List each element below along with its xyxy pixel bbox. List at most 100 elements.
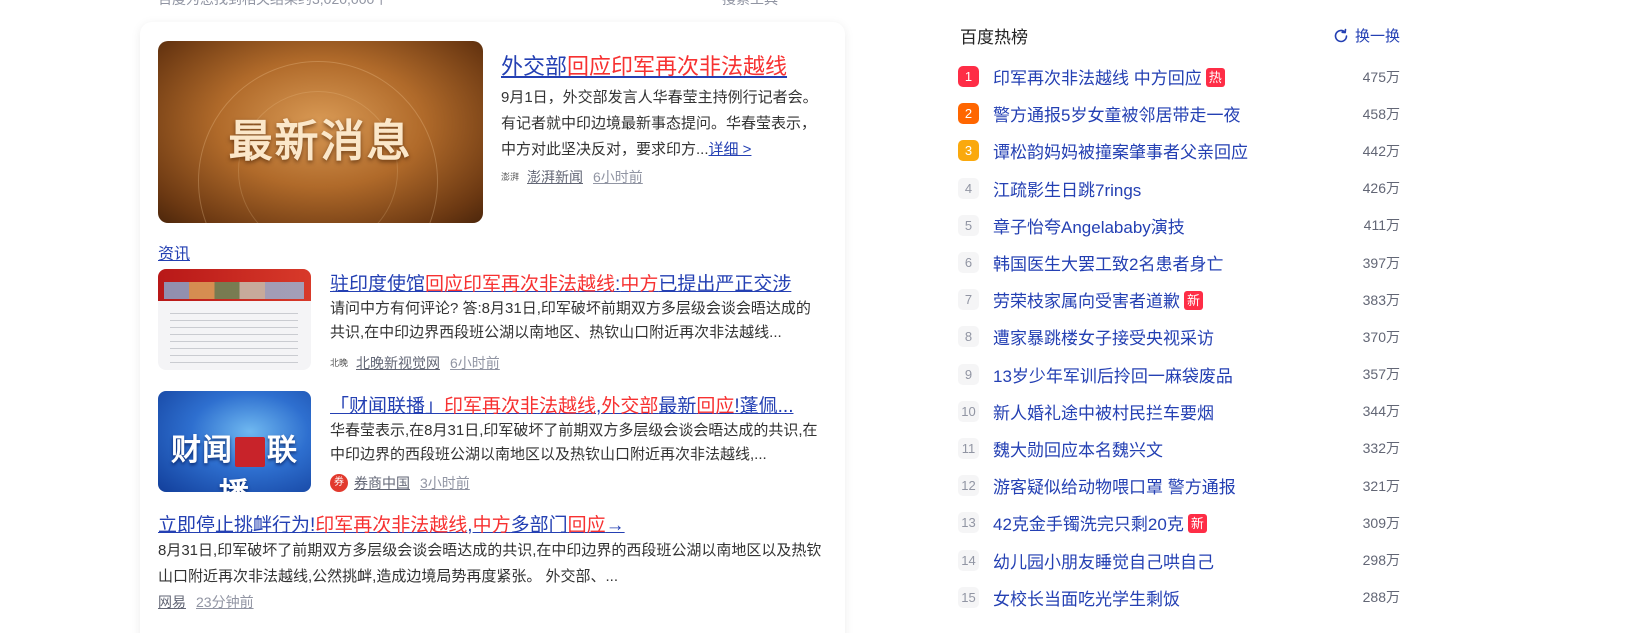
title-highlight: 中方 xyxy=(472,515,511,536)
hot-item-link[interactable]: 42克金手镯洗完只剩20克新 xyxy=(993,510,1207,535)
hot-item-count: 383万 xyxy=(1362,291,1400,308)
new-badge: 新 xyxy=(1187,514,1207,534)
lead-news-image[interactable]: 最新消息 xyxy=(158,41,483,223)
hot-item-link[interactable]: 江疏影生日跳7rings xyxy=(993,176,1141,201)
lead-source-time[interactable]: 6小时前 xyxy=(593,167,643,187)
hot-item-text: 警方通报5岁女童被邻居带走一夜 xyxy=(993,106,1241,126)
hot-rank-badge: 12 xyxy=(958,475,979,497)
hot-list-item[interactable]: 4 江疏影生日跳7rings 426万 xyxy=(958,170,1400,207)
hot-item-link[interactable]: 警方通报5岁女童被邻居带走一夜 xyxy=(993,101,1240,126)
hot-item-text: 章子怡夸Angelababy演技 xyxy=(993,217,1185,237)
lead-source-name[interactable]: 澎湃新闻 xyxy=(527,167,583,187)
hot-list-item[interactable]: 11 魏大勋回应本名魏兴文 332万 xyxy=(958,430,1400,467)
hot-list-item[interactable]: 3 谭松韵妈妈被撞案肇事者父亲回应 442万 xyxy=(958,132,1400,169)
search-results-page: 百度为您找到相关结果约3,020,000个 搜索工具 最新消息 外交部回应印军再… xyxy=(0,0,1644,633)
title-part: 「财闻联播」 xyxy=(330,396,445,417)
hot-list-item[interactable]: 1 印军再次非法越线 中方回应热 475万 xyxy=(958,58,1400,95)
news-source-time[interactable]: 6小时前 xyxy=(450,353,500,373)
news-item-title[interactable]: 「财闻联播」印军再次非法越线,外交部最新回应!蓬佩... xyxy=(330,391,793,418)
hot-list-item[interactable]: 9 13岁少年军训后拎回一麻袋废品 357万 xyxy=(958,356,1400,393)
refresh-button[interactable]: 换一换 xyxy=(1333,25,1400,46)
hot-list-item[interactable]: 14 幼儿园小朋友睡觉自己哄自己 298万 xyxy=(958,541,1400,578)
hot-list-item[interactable]: 5 章子怡夸Angelababy演技 411万 xyxy=(958,207,1400,244)
hot-item-link[interactable]: 幼儿园小朋友睡觉自己哄自己 xyxy=(993,548,1214,573)
hot-badge: 热 xyxy=(1205,68,1225,88)
result-count-text: 百度为您找到相关结果约3,020,000个 xyxy=(158,0,388,9)
hot-item-count: 475万 xyxy=(1362,68,1400,85)
hot-rank-badge: 8 xyxy=(958,326,979,348)
hot-item-link[interactable]: 新人婚礼途中被村民拦车要烟 xyxy=(993,399,1214,424)
hot-rank-badge: 11 xyxy=(958,437,979,459)
hot-item-link[interactable]: 遭家暴跳楼女子接受央视采访 xyxy=(993,324,1214,349)
hot-list-item[interactable]: 12 游客疑似给动物喂口罩 警方通报 321万 xyxy=(958,467,1400,504)
news-thumbnail-embassy[interactable] xyxy=(158,269,311,370)
hot-list-item[interactable]: 13 42克金手镯洗完只剩20克新 309万 xyxy=(958,504,1400,541)
news-section-link[interactable]: 资讯 xyxy=(158,240,190,264)
lead-source-line: 澎湃 澎湃新闻 6小时前 xyxy=(501,167,643,187)
thumbnail-text-lines xyxy=(170,313,298,363)
title-part: 多部门 xyxy=(510,515,568,536)
news-source-name[interactable]: 网易 xyxy=(158,592,186,612)
search-tools-button[interactable]: 搜索工具 xyxy=(722,0,778,9)
news-item-title[interactable]: 驻印度使馆回应印军再次非法越线:中方已提出严正交涉 xyxy=(330,269,791,296)
hot-item-text: 幼儿园小朋友睡觉自己哄自己 xyxy=(993,552,1214,572)
news-source-time[interactable]: 23分钟前 xyxy=(196,592,254,612)
detail-link[interactable]: 详细 > xyxy=(709,141,752,158)
hot-rank-badge: 13 xyxy=(958,512,979,534)
hot-item-text: 江疏影生日跳7rings xyxy=(993,180,1142,200)
news-source-name[interactable]: 北晚新视觉网 xyxy=(356,353,440,373)
hot-list-item[interactable]: 8 遭家暴跳楼女子接受央视采访 370万 xyxy=(958,318,1400,355)
hot-rank-badge: 3 xyxy=(958,140,979,162)
hot-rank-badge: 2 xyxy=(958,103,979,125)
hot-item-text: 42克金手镯洗完只剩20克 xyxy=(993,515,1184,535)
hot-item-text: 新人婚礼途中被村民拦车要烟 xyxy=(993,403,1214,423)
hot-item-link[interactable]: 13岁少年军训后拎回一麻袋废品 xyxy=(993,362,1233,387)
hot-list-item[interactable]: 15 女校长当面吃光学生剩饭 288万 xyxy=(958,579,1400,616)
hot-item-count: 357万 xyxy=(1362,366,1400,383)
pengpai-logo-icon: 澎湃 xyxy=(501,172,520,182)
title-highlight: 回应 xyxy=(696,396,735,417)
lead-title-highlight: 回应印军再次非法越线 xyxy=(567,54,788,79)
hot-rank-badge: 14 xyxy=(958,549,979,571)
news-item-title[interactable]: 立即停止挑衅行为!印军再次非法越线,中方多部门回应→ xyxy=(158,510,625,537)
hot-item-count: 370万 xyxy=(1362,328,1400,345)
hot-item-count: 344万 xyxy=(1362,403,1400,420)
hot-list: 1 印军再次非法越线 中方回应热 475万 2 警方通报5岁女童被邻居带走一夜 458万 3… xyxy=(958,58,1400,616)
news-source-line: 网易 23分钟前 xyxy=(158,592,254,612)
quanshang-logo-icon: 券 xyxy=(330,474,348,492)
hot-item-count: 332万 xyxy=(1362,440,1400,457)
hot-item-count: 442万 xyxy=(1362,142,1400,159)
hot-rank-badge: 10 xyxy=(958,400,979,422)
hot-item-link[interactable]: 劳荣枝家属向受害者道歉新 xyxy=(993,287,1204,312)
hot-list-item[interactable]: 2 警方通报5岁女童被邻居带走一夜 458万 xyxy=(958,95,1400,132)
title-highlight: 印军再次非法越线 xyxy=(444,396,597,417)
hot-item-link[interactable]: 韩国医生大罢工致2名患者身亡 xyxy=(993,250,1223,275)
hot-list-item[interactable]: 10 新人婚礼途中被村民拦车要烟 344万 xyxy=(958,393,1400,430)
title-part: 立即停止挑衅行为! xyxy=(158,515,316,536)
lead-news-title[interactable]: 外交部回应印军再次非法越线 xyxy=(501,49,787,81)
beiwan-logo-icon: 北晚 xyxy=(330,358,349,368)
hot-item-link[interactable]: 印军再次非法越线 中方回应热 xyxy=(993,64,1225,89)
hot-list-item[interactable]: 7 劳荣枝家属向受害者道歉新 383万 xyxy=(958,281,1400,318)
hot-item-count: 309万 xyxy=(1362,514,1400,531)
hot-item-link[interactable]: 章子怡夸Angelababy演技 xyxy=(993,213,1185,238)
hot-rank-badge: 7 xyxy=(958,289,979,311)
hot-item-link[interactable]: 游客疑似给动物喂口罩 警方通报 xyxy=(993,473,1236,498)
news-thumbnail-caiwen[interactable]: 财闻联播 xyxy=(158,391,311,492)
hot-item-count: 397万 xyxy=(1362,254,1400,271)
thumbnail-caption: 财闻联播 xyxy=(158,425,311,492)
hot-list-item[interactable]: 6 韩国医生大罢工致2名患者身亡 397万 xyxy=(958,244,1400,281)
new-badge: 新 xyxy=(1184,291,1204,311)
hot-item-text: 游客疑似给动物喂口罩 警方通报 xyxy=(993,478,1236,498)
hot-item-link[interactable]: 谭松韵妈妈被撞案肇事者父亲回应 xyxy=(993,138,1248,163)
news-source-name[interactable]: 券商中国 xyxy=(354,473,410,493)
hot-item-link[interactable]: 魏大勋回应本名魏兴文 xyxy=(993,436,1163,461)
hot-list-title: 百度热榜 xyxy=(960,28,1028,47)
thumbnail-caption-left: 财闻 xyxy=(171,433,233,468)
hot-item-link[interactable]: 女校长当面吃光学生剩饭 xyxy=(993,585,1180,610)
news-item-abstract: 华春莹表示,在8月31日,印军破坏了前期双方多层级会谈会晤达成的共识,在中印边界… xyxy=(330,422,818,463)
news-source-time[interactable]: 3小时前 xyxy=(420,473,470,493)
news-item-abstract: 请问中方有何评论? 答:8月31日,印军破坏前期双方多层级会谈会晤达成的共识,在… xyxy=(330,300,811,341)
title-part: → xyxy=(605,515,625,536)
title-highlight: 印军再次非法越线 xyxy=(315,515,468,536)
